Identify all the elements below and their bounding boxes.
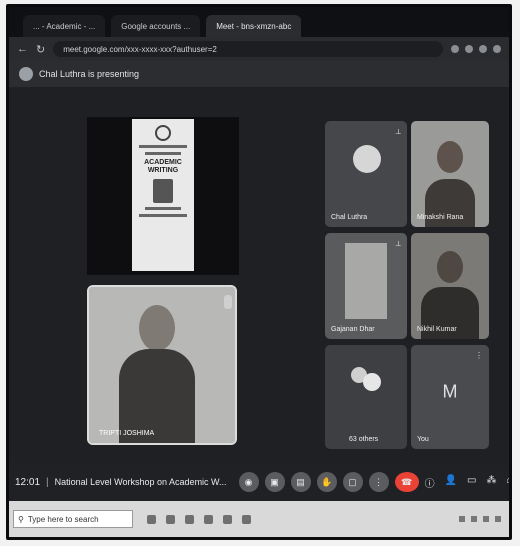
app-icon[interactable]	[204, 514, 213, 524]
center-controls: ◉ ▣ ▤ ✋ ▢ ⋮ ☎	[238, 472, 419, 492]
more-options-icon[interactable]: ⋮	[475, 351, 483, 360]
app-icon[interactable]	[223, 514, 232, 524]
others-count: 63 others	[349, 436, 379, 443]
extension-icons	[451, 45, 501, 53]
presenter-banner-text: Chal Luthra is presenting	[39, 69, 140, 79]
right-controls: ⓘ 👤 ▭ ⁂ ⌂	[425, 475, 509, 490]
participant-name: Gajanan Dhar	[331, 326, 375, 333]
participant-tile[interactable]: Nikhil Kumar	[411, 233, 489, 339]
meeting-time: 12:01	[15, 476, 41, 488]
tray-icon[interactable]	[483, 516, 489, 522]
institution-logo-icon	[155, 125, 171, 141]
self-letter-avatar: M	[442, 381, 458, 402]
participant-avatar	[353, 145, 381, 173]
end-call-icon[interactable]: ☎	[394, 472, 419, 492]
more-options-icon[interactable]: ⋮	[368, 472, 389, 492]
present-icon[interactable]: ▢	[342, 472, 363, 492]
participant-name: Chal Luthra	[331, 214, 368, 221]
tile-options-icon[interactable]	[224, 295, 232, 309]
workshop-poster: ACADEMIC WRITING	[132, 119, 194, 271]
browser-tab-bar: ... - Academic - ... Google accounts ...…	[9, 7, 509, 37]
self-tile[interactable]: M ⋮ You	[411, 345, 489, 449]
extension-icon[interactable]	[465, 45, 473, 53]
people-icon[interactable]: 👤	[445, 475, 457, 490]
separator: |	[46, 476, 49, 488]
app-icon[interactable]	[242, 514, 251, 524]
participant-face	[437, 251, 463, 283]
taskbar: ⚲ Type here to search	[9, 501, 509, 537]
info-icon[interactable]: ⓘ	[425, 475, 435, 490]
lock-icon[interactable]: ⌂	[506, 475, 509, 490]
muted-mic-icon: ⟂	[395, 239, 401, 248]
browser-tab[interactable]: ... - Academic - ...	[23, 15, 106, 37]
speaker-photo	[153, 179, 173, 203]
meeting-controls: 12:01 | National Level Workshop on Acade…	[9, 463, 509, 501]
camera-icon[interactable]: ▣	[264, 472, 285, 492]
participant-tile[interactable]: ⟂ Gajanan Dhar	[325, 233, 407, 339]
shared-screen[interactable]: ACADEMIC WRITING	[87, 117, 239, 275]
muted-mic-icon: ⟂	[395, 127, 401, 136]
tray-icon[interactable]	[459, 516, 465, 522]
browser-tab-active[interactable]: Meet - bns-xmzn-abc	[206, 15, 302, 37]
taskbar-search-placeholder: Type here to search	[27, 514, 99, 524]
extension-icon[interactable]	[451, 45, 459, 53]
poster-text-line	[139, 214, 187, 217]
url-field[interactable]: meet.google.com/xxx-xxxx-xxx?authuser=2	[53, 41, 443, 57]
extension-icon[interactable]	[479, 45, 487, 53]
speaker-name: TRIPTI JOSHIMA	[99, 430, 155, 437]
captions-icon[interactable]: ▤	[290, 472, 311, 492]
participant-name: Nikhil Kumar	[417, 326, 457, 333]
search-icon: ⚲	[18, 514, 24, 524]
taskbar-search[interactable]: ⚲ Type here to search	[13, 510, 133, 528]
participant-tile[interactable]: ⟂ Chal Luthra	[325, 121, 407, 227]
tray-icon[interactable]	[495, 516, 501, 522]
poster-text-line	[139, 145, 187, 148]
activities-icon[interactable]: ⁂	[486, 475, 496, 490]
poster-text-line	[145, 207, 181, 210]
mic-icon[interactable]: ◉	[238, 472, 259, 492]
tray-icon[interactable]	[471, 516, 477, 522]
address-bar: ← ↻ meet.google.com/xxx-xxxx-xxx?authuse…	[9, 37, 509, 61]
participant-name: You	[417, 436, 429, 443]
presenter-avatar	[19, 67, 33, 81]
back-arrow-icon[interactable]: ←	[17, 43, 28, 55]
app-icon[interactable]	[166, 514, 175, 524]
others-avatar	[363, 373, 381, 391]
extension-icon[interactable]	[493, 45, 501, 53]
app-icon[interactable]	[185, 514, 194, 524]
system-tray	[459, 516, 509, 522]
meeting-title: National Level Workshop on Academic W...	[54, 477, 227, 487]
screen-photo: ... - Academic - ... Google accounts ...…	[6, 4, 512, 540]
browser-tab[interactable]: Google accounts ...	[111, 15, 201, 37]
chat-icon[interactable]: ▭	[467, 475, 476, 490]
participant-tile[interactable]: Minakshi Rana	[411, 121, 489, 227]
raise-hand-icon[interactable]: ✋	[316, 472, 337, 492]
participant-video	[345, 243, 387, 319]
poster-text-line	[145, 152, 181, 155]
taskview-icon[interactable]	[147, 514, 156, 524]
pinned-apps	[147, 514, 251, 524]
poster-title: ACADEMIC WRITING	[144, 159, 182, 174]
participant-tile[interactable]: 63 others	[325, 345, 407, 449]
participant-face	[437, 141, 463, 173]
meeting-stage: ACADEMIC WRITING TRIPTI JOSHIMA ⟂ Chal L…	[9, 87, 509, 463]
participant-name: Minakshi Rana	[417, 214, 464, 221]
presenter-banner: Chal Luthra is presenting	[9, 61, 509, 87]
speaker-video-tile[interactable]: TRIPTI JOSHIMA	[87, 285, 237, 445]
reload-icon[interactable]: ↻	[36, 43, 45, 56]
speaker-head	[139, 305, 175, 351]
